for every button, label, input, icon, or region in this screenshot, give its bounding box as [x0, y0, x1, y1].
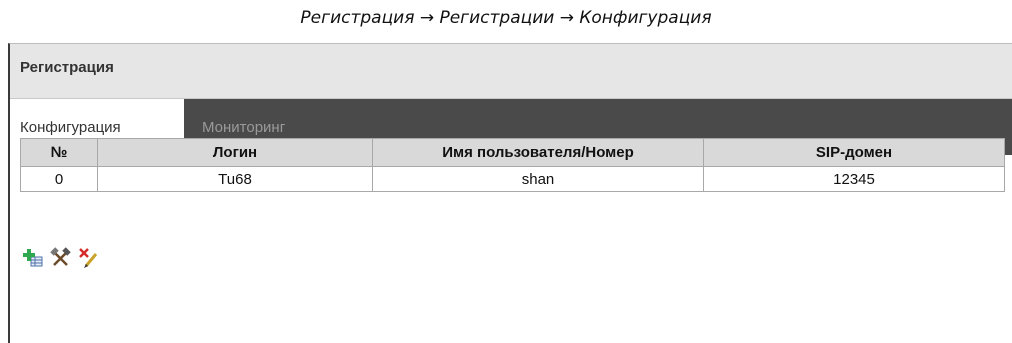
table-row[interactable]: 0 Tu68 shan 12345 [20, 166, 1005, 192]
column-header-username[interactable]: Имя пользователя/Номер [372, 138, 704, 167]
registration-panel: Регистрация Конфигурация Мониторинг [8, 43, 1012, 343]
column-header-number[interactable]: № [20, 138, 98, 167]
cell-sip-domain: 12345 [703, 166, 1005, 192]
table-toolbar [22, 247, 100, 269]
cell-login: Tu68 [97, 166, 373, 192]
page-caption: Регистрация → Регистрации → Конфигурация [300, 8, 712, 28]
delete-icon[interactable] [78, 247, 100, 269]
cell-number: 0 [20, 166, 98, 192]
add-icon[interactable] [22, 247, 44, 269]
panel-title: Регистрация [20, 59, 114, 76]
edit-icon[interactable] [50, 247, 72, 269]
table-header-row: № Логин Имя пользователя/Номер SIP-домен [20, 138, 1005, 167]
cell-username: shan [372, 166, 704, 192]
registrations-table: № Логин Имя пользователя/Номер SIP-домен… [20, 138, 1005, 192]
column-header-sip-domain[interactable]: SIP-домен [703, 138, 1005, 167]
column-header-login[interactable]: Логин [97, 138, 373, 167]
panel-header: Регистрация [10, 44, 1012, 99]
